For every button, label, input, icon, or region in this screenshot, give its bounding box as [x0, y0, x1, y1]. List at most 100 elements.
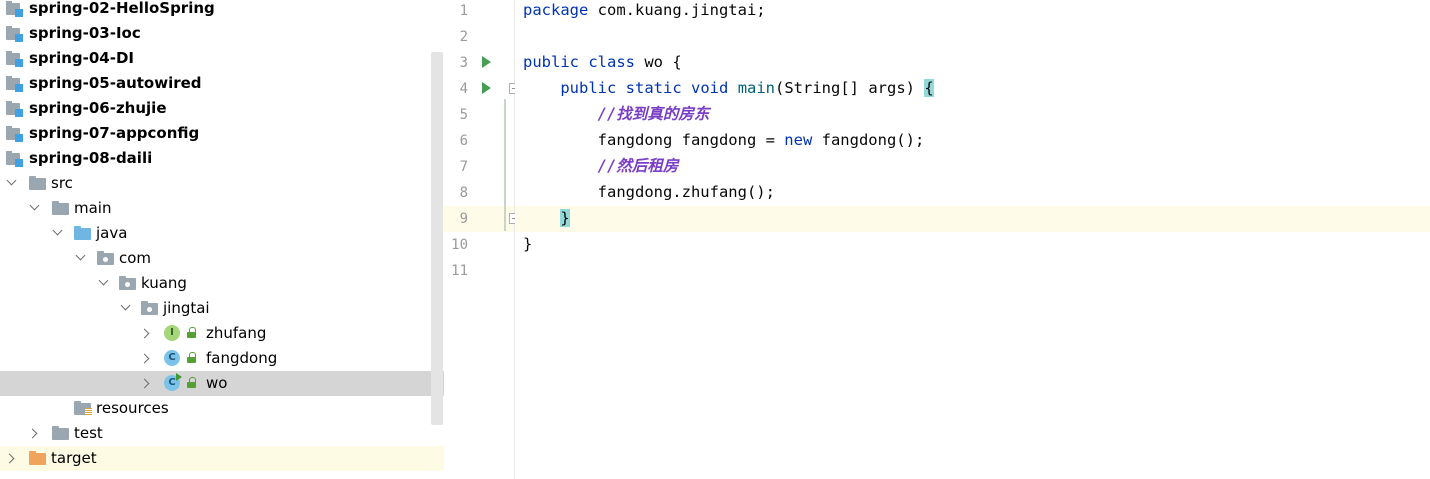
tree-item-java[interactable]: java [0, 221, 444, 246]
tree-label-resources: resources [96, 399, 169, 417]
folder-icon [52, 201, 69, 215]
fold-guide [504, 99, 506, 231]
code-line-6: fangdong fangdong = new fangdong(); [523, 131, 925, 157]
tree-item-module-7[interactable]: spring-08-daili [0, 146, 444, 171]
line-number: 1 [459, 3, 468, 19]
tree-item-jingtai[interactable]: jingtai [0, 296, 444, 321]
line-number: 3 [459, 55, 468, 71]
chevron-right-icon[interactable] [139, 328, 150, 339]
tree-item-fangdong[interactable]: C fangdong [0, 346, 444, 371]
tree-scrollbar[interactable] [431, 52, 443, 425]
tree-label-zhufang: zhufang [206, 324, 267, 342]
code-text: fangdong fangdong = [597, 131, 785, 149]
module-icon [6, 126, 24, 142]
module-label: spring-04-DI [29, 49, 134, 67]
module-label: spring-08-daili [29, 149, 153, 167]
project-tree: spring-02-HelloSpring spring-03-Ioc spri… [0, 0, 444, 479]
module-label: spring-06-zhujie [29, 99, 167, 117]
line-number: 7 [459, 159, 468, 175]
tree-item-module-3[interactable]: spring-04-DI [0, 46, 444, 71]
module-label: spring-03-Ioc [29, 24, 141, 42]
chevron-down-icon[interactable] [29, 200, 40, 211]
tree-label-wo: wo [206, 374, 228, 392]
tree-item-module-1[interactable]: spring-02-HelloSpring [0, 0, 444, 21]
line-number: 2 [459, 29, 468, 45]
tree-label-kuang: kuang [141, 274, 187, 292]
folder-icon [29, 176, 46, 190]
module-icon [6, 76, 24, 92]
tree-item-module-2[interactable]: spring-03-Ioc [0, 21, 444, 46]
keyword: static [625, 79, 682, 97]
tree-label-main: main [74, 199, 112, 217]
tree-item-zhufang[interactable]: I zhufang [0, 321, 444, 346]
code-text: } [523, 235, 533, 253]
module-label: spring-05-autowired [29, 74, 202, 92]
tree-label-jingtai: jingtai [163, 299, 210, 317]
class-icon: C [164, 350, 180, 366]
chevron-down-icon[interactable] [52, 225, 63, 236]
tree-item-main[interactable]: main [0, 196, 444, 221]
keyword: package [523, 1, 589, 19]
comment: //找到真的房东 [597, 105, 710, 123]
code-line-9: } [523, 209, 570, 235]
tree-item-target[interactable]: target [0, 446, 444, 471]
package-icon [97, 251, 114, 265]
tree-item-resources[interactable]: resources [0, 396, 444, 421]
keyword: public [560, 79, 617, 97]
tree-item-module-4[interactable]: spring-05-autowired [0, 71, 444, 96]
code-editor[interactable]: package com.kuang.jingtai; public class … [515, 0, 1430, 479]
tree-item-wo[interactable]: C wo [0, 371, 444, 396]
lock-icon [186, 377, 196, 388]
code-line-7: //然后租房 [523, 157, 679, 183]
tree-label-target: target [51, 449, 97, 467]
lock-icon [186, 327, 196, 338]
code-text: fangdong(); [812, 131, 925, 149]
tree-label-fangdong: fangdong [206, 349, 278, 367]
module-icon [6, 51, 24, 67]
chevron-down-icon[interactable] [75, 250, 86, 261]
line-number: 11 [451, 263, 468, 279]
package-icon [119, 276, 136, 290]
module-icon [6, 101, 24, 117]
line-number: 10 [451, 237, 468, 253]
tree-item-src[interactable]: src [0, 171, 444, 196]
excluded-folder-icon [29, 451, 46, 465]
code-text: com.kuang.jingtai; [588, 1, 766, 19]
chevron-right-icon[interactable] [139, 378, 150, 389]
chevron-right-icon[interactable] [4, 453, 15, 464]
chevron-down-icon[interactable] [98, 275, 109, 286]
tree-item-test[interactable]: test [0, 421, 444, 446]
module-icon [6, 26, 24, 42]
run-class-icon[interactable] [482, 56, 491, 68]
interface-icon: I [164, 325, 180, 341]
code-line-5: //找到真的房东 [523, 105, 710, 131]
code-text: wo { [635, 53, 682, 71]
matched-brace: { [924, 79, 934, 97]
module-label: spring-07-appconfig [29, 124, 200, 142]
tree-label-test: test [74, 424, 103, 442]
tree-item-com[interactable]: com [0, 246, 444, 271]
code-line-3: public class wo { [523, 53, 682, 79]
line-number: 8 [459, 185, 468, 201]
comment: //然后租房 [597, 157, 679, 175]
tree-label-com: com [119, 249, 152, 267]
run-main-icon[interactable] [482, 82, 491, 94]
chevron-down-icon[interactable] [120, 300, 131, 311]
line-number: 5 [459, 107, 468, 123]
keyword: class [588, 53, 636, 71]
code-line-4: public static void main(String[] args) { [523, 79, 934, 105]
chevron-down-icon[interactable] [6, 175, 17, 186]
tree-label-java: java [96, 224, 128, 242]
code-text: (String[] args) [775, 79, 925, 97]
line-number: 9 [459, 211, 468, 227]
keyword: public [523, 53, 579, 71]
tree-item-kuang[interactable]: kuang [0, 271, 444, 296]
current-line-highlight [515, 206, 1430, 232]
tree-item-module-6[interactable]: spring-07-appconfig [0, 121, 444, 146]
tree-item-module-5[interactable]: spring-06-zhujie [0, 96, 444, 121]
chevron-right-icon[interactable] [27, 428, 38, 439]
chevron-right-icon[interactable] [139, 353, 150, 364]
keyword: new [784, 131, 813, 149]
code-line-1: package com.kuang.jingtai; [523, 1, 766, 27]
editor-gutter: 1 2 3 4 5 6 7 8 9 10 11 [444, 0, 520, 479]
